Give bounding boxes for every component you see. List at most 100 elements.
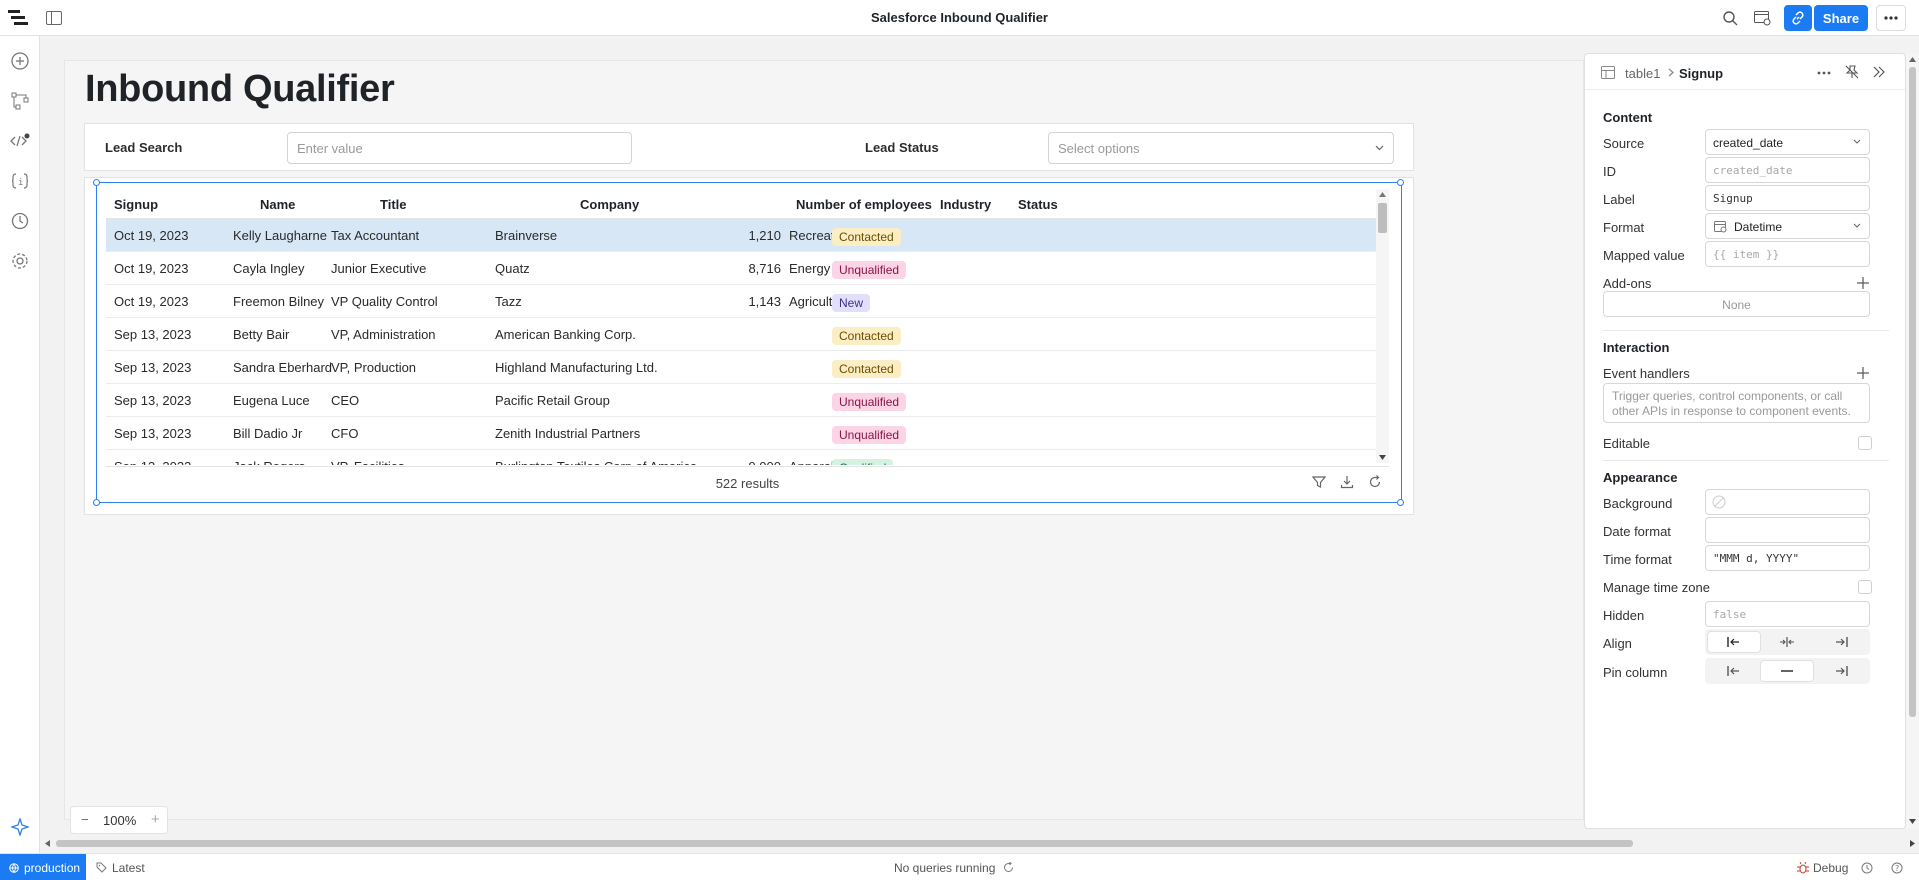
divider bbox=[1603, 330, 1889, 331]
settings-gear-icon[interactable] bbox=[9, 250, 31, 272]
cell-name: Bill Dadio Jr bbox=[233, 426, 303, 441]
align-left-button[interactable] bbox=[1708, 632, 1760, 652]
more-menu-button[interactable] bbox=[1876, 5, 1906, 31]
refresh-icon[interactable] bbox=[1368, 475, 1384, 491]
chevron-down-icon bbox=[1375, 145, 1384, 151]
col-header-employees[interactable]: Number of employees bbox=[796, 197, 932, 212]
background-label: Background bbox=[1603, 496, 1673, 511]
top-bar: Salesforce Inbound Qualifier Share bbox=[0, 0, 1919, 36]
results-count: 522 results bbox=[715, 476, 780, 491]
table-row[interactable]: Sep 13, 2023 Betty Bair VP, Administration… bbox=[106, 318, 1376, 351]
cell-employees: 1,143 bbox=[748, 294, 781, 309]
environment-label: production bbox=[24, 860, 81, 875]
resize-handle[interactable] bbox=[1397, 179, 1404, 186]
table-row[interactable]: Sep 13, 2023 Eugena Luce CEO Pacific Retail… bbox=[106, 384, 1376, 417]
inspector-scrollbar[interactable] bbox=[1906, 53, 1919, 829]
table-vertical-scrollbar[interactable] bbox=[1376, 189, 1389, 463]
align-right-button[interactable] bbox=[1815, 632, 1867, 652]
code-icon[interactable] bbox=[9, 130, 31, 152]
table-row[interactable]: Sep 13, 2023 Bill Dadio Jr CFO Zenith Indus… bbox=[106, 417, 1376, 450]
filter-icon[interactable] bbox=[1312, 475, 1328, 491]
table-row[interactable]: Oct 19, 2023 Cayla Ingley Junior Executive… bbox=[106, 252, 1376, 285]
scrollbar-thumb[interactable] bbox=[56, 840, 1633, 847]
cell-title: CEO bbox=[331, 393, 360, 408]
environment-selector[interactable]: production bbox=[0, 854, 86, 880]
assist-sparkle-icon[interactable] bbox=[9, 816, 31, 838]
pin-left-button[interactable] bbox=[1708, 661, 1760, 681]
cell-industry: Apparel bbox=[789, 459, 834, 465]
align-center-button[interactable] bbox=[1761, 632, 1813, 652]
add-component-icon[interactable] bbox=[9, 50, 31, 72]
resize-handle[interactable] bbox=[1397, 499, 1404, 506]
cell-signup: Sep 13, 2023 bbox=[114, 459, 191, 465]
col-header-signup[interactable]: Signup bbox=[114, 197, 158, 212]
resize-handle[interactable] bbox=[93, 179, 100, 186]
hidden-input[interactable]: false bbox=[1705, 601, 1870, 627]
lead-status-select[interactable]: Select options bbox=[1048, 132, 1394, 164]
cell-company: Brainverse bbox=[495, 228, 558, 243]
inspector-panel: table1 Signup Content Source created_dat… bbox=[1584, 53, 1906, 829]
col-header-status[interactable]: Status bbox=[1018, 197, 1058, 212]
component-tree-icon[interactable] bbox=[9, 90, 31, 112]
col-header-title[interactable]: Title bbox=[380, 197, 407, 212]
time-format-input[interactable]: "MMM d, YYYY" bbox=[1705, 545, 1870, 571]
help-icon[interactable]: ? bbox=[1891, 862, 1903, 874]
mapped-value-label: Mapped value bbox=[1603, 248, 1685, 263]
debug-button[interactable]: Debug bbox=[1813, 861, 1848, 875]
table-row[interactable]: Oct 19, 2023 Kelly Laugharne Tax Accountan… bbox=[106, 219, 1376, 252]
add-event-handler-icon[interactable] bbox=[1857, 367, 1869, 379]
history-icon[interactable] bbox=[9, 210, 31, 232]
table-row[interactable]: Sep 13, 2023 Jack Rogers VP, Facilities Bur… bbox=[106, 450, 1376, 465]
cell-signup: Oct 19, 2023 bbox=[114, 294, 189, 309]
add-addon-icon[interactable] bbox=[1857, 277, 1869, 289]
canvas-horizontal-scrollbar[interactable] bbox=[41, 836, 1919, 850]
event-handlers-hint[interactable]: Trigger queries, control components, or … bbox=[1603, 383, 1870, 423]
cell-name: Eugena Luce bbox=[233, 393, 310, 408]
pin-right-button[interactable] bbox=[1815, 661, 1867, 681]
date-format-input[interactable] bbox=[1705, 517, 1870, 543]
label-input[interactable]: Signup bbox=[1705, 185, 1870, 211]
copy-link-button[interactable] bbox=[1784, 5, 1812, 31]
pin-none-button[interactable] bbox=[1761, 661, 1813, 681]
scrollbar-thumb[interactable] bbox=[1378, 203, 1387, 233]
left-sidebar: i bbox=[0, 36, 40, 853]
download-icon[interactable] bbox=[1340, 475, 1356, 491]
content-section-heading: Content bbox=[1603, 110, 1653, 125]
version-label[interactable]: Latest bbox=[112, 861, 145, 875]
breadcrumb-component[interactable]: table1 bbox=[1625, 66, 1660, 81]
history-icon[interactable] bbox=[1861, 862, 1873, 874]
status-badge: Contacted bbox=[832, 327, 901, 345]
id-input[interactable]: created_date bbox=[1705, 157, 1870, 183]
table-header: Signup Name Title Company Number of empl… bbox=[106, 189, 1376, 219]
mapped-value-input[interactable]: {{ item }} bbox=[1705, 241, 1870, 267]
zoom-out-button[interactable]: − bbox=[81, 812, 89, 827]
resize-handle[interactable] bbox=[93, 499, 100, 506]
scrollbar-thumb[interactable] bbox=[1909, 67, 1916, 717]
editable-checkbox[interactable] bbox=[1858, 436, 1872, 450]
col-header-name[interactable]: Name bbox=[260, 197, 295, 212]
pin-right-icon bbox=[1836, 666, 1848, 676]
state-icon[interactable]: i bbox=[9, 170, 31, 192]
hidden-label: Hidden bbox=[1603, 608, 1645, 623]
table-row[interactable]: Sep 13, 2023 Sandra Eberhard VP, Productio… bbox=[106, 351, 1376, 384]
cell-employees: 1,210 bbox=[748, 228, 781, 243]
search-icon[interactable] bbox=[1720, 8, 1740, 28]
col-header-industry[interactable]: Industry bbox=[940, 197, 991, 212]
status-badge: Contacted bbox=[832, 360, 901, 378]
preview-icon[interactable] bbox=[1752, 8, 1772, 28]
col-header-company[interactable]: Company bbox=[580, 197, 639, 212]
table-row[interactable]: Oct 19, 2023 Freemon Bilney VP Quality Con… bbox=[106, 285, 1376, 318]
data-table: Signup Name Title Company Number of empl… bbox=[106, 189, 1376, 465]
lead-search-input[interactable]: Enter value bbox=[287, 132, 632, 164]
align-label: Align bbox=[1603, 636, 1632, 651]
bug-icon bbox=[1797, 862, 1809, 874]
cell-name: Cayla Ingley bbox=[233, 261, 305, 276]
background-color-input[interactable] bbox=[1705, 489, 1870, 515]
manage-timezone-checkbox[interactable] bbox=[1858, 580, 1872, 594]
source-select[interactable]: created_date bbox=[1705, 129, 1870, 155]
share-button[interactable]: Share bbox=[1814, 5, 1868, 31]
link-icon bbox=[1792, 11, 1804, 25]
scroll-up-icon bbox=[1909, 57, 1916, 62]
zoom-in-button[interactable]: + bbox=[151, 811, 160, 828]
format-select[interactable]: Datetime bbox=[1705, 213, 1870, 239]
